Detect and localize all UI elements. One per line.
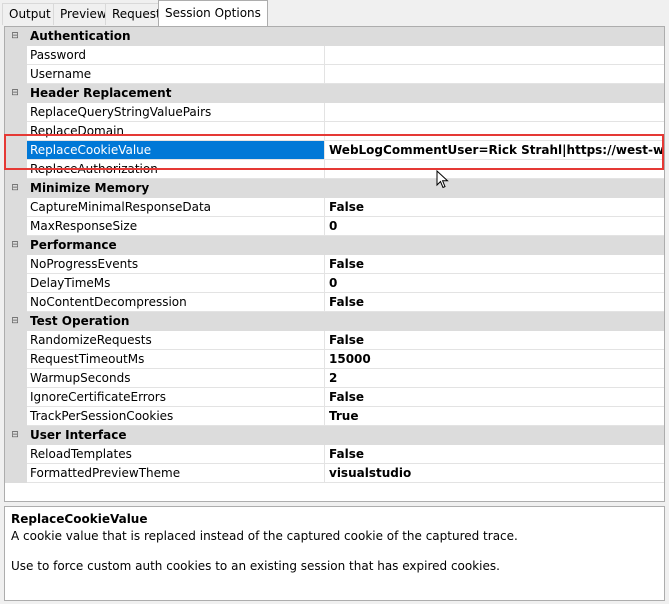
property-name[interactable]: WarmupSeconds bbox=[27, 369, 325, 388]
row-gutter bbox=[5, 331, 27, 350]
property-value[interactable]: False bbox=[325, 255, 664, 274]
property-value[interactable]: WebLogCommentUser=Rick Strahl|https://we… bbox=[325, 141, 664, 160]
property-name[interactable]: RequestTimeoutMs bbox=[27, 350, 325, 369]
collapse-icon[interactable]: ⊟ bbox=[10, 88, 20, 98]
category-row[interactable]: ⊟ Minimize Memory bbox=[5, 179, 664, 198]
property-row[interactable]: NoProgressEvents False bbox=[5, 255, 664, 274]
property-row[interactable]: CaptureMinimalResponseData False bbox=[5, 198, 664, 217]
property-row[interactable]: RequestTimeoutMs 15000 bbox=[5, 350, 664, 369]
property-value[interactable] bbox=[325, 46, 664, 65]
row-gutter bbox=[5, 198, 27, 217]
collapse-icon[interactable]: ⊟ bbox=[10, 316, 20, 326]
property-grid[interactable]: ⊟ Authentication Password Username ⊟ Header R… bbox=[4, 26, 665, 502]
property-row[interactable]: IgnoreCertificateErrors False bbox=[5, 388, 664, 407]
property-row[interactable]: NoContentDecompression False bbox=[5, 293, 664, 312]
row-gutter bbox=[5, 388, 27, 407]
tab-session-options[interactable]: Session Options bbox=[158, 0, 268, 26]
row-gutter bbox=[5, 407, 27, 426]
row-gutter bbox=[5, 255, 27, 274]
row-gutter bbox=[5, 274, 27, 293]
collapse-icon[interactable]: ⊟ bbox=[10, 240, 20, 250]
property-value[interactable]: True bbox=[325, 407, 664, 426]
row-gutter bbox=[5, 103, 27, 122]
mouse-pointer-icon bbox=[436, 170, 449, 189]
property-row[interactable]: WarmupSeconds 2 bbox=[5, 369, 664, 388]
property-name[interactable]: Password bbox=[27, 46, 325, 65]
category-row[interactable]: ⊟ Performance bbox=[5, 236, 664, 255]
property-name[interactable]: IgnoreCertificateErrors bbox=[27, 388, 325, 407]
category-row[interactable]: ⊟ Header Replacement bbox=[5, 84, 664, 103]
category-row[interactable]: ⊟ Test Operation bbox=[5, 312, 664, 331]
property-row[interactable]: DelayTimeMs 0 bbox=[5, 274, 664, 293]
property-value[interactable] bbox=[325, 122, 664, 141]
row-gutter bbox=[5, 122, 27, 141]
property-name[interactable]: MaxResponseSize bbox=[27, 217, 325, 236]
property-name[interactable]: ReplaceDomain bbox=[27, 122, 325, 141]
property-value[interactable]: False bbox=[325, 388, 664, 407]
property-value[interactable] bbox=[325, 103, 664, 122]
category-label: Authentication bbox=[30, 29, 131, 43]
property-value[interactable]: False bbox=[325, 293, 664, 312]
property-row[interactable]: ReplaceAuthorization bbox=[5, 160, 664, 179]
property-value[interactable]: False bbox=[325, 445, 664, 464]
property-row[interactable]: TrackPerSessionCookies True bbox=[5, 407, 664, 426]
tab-output[interactable]: Output bbox=[2, 3, 58, 25]
description-title: ReplaceCookieValue bbox=[11, 512, 148, 526]
property-name[interactable]: DelayTimeMs bbox=[27, 274, 325, 293]
property-row[interactable]: ReplaceQueryStringValuePairs bbox=[5, 103, 664, 122]
property-name[interactable]: TrackPerSessionCookies bbox=[27, 407, 325, 426]
category-row[interactable]: ⊟ User Interface bbox=[5, 426, 664, 445]
property-name[interactable]: ReplaceQueryStringValuePairs bbox=[27, 103, 325, 122]
property-value[interactable] bbox=[325, 65, 664, 84]
row-gutter bbox=[5, 350, 27, 369]
property-row[interactable]: Username bbox=[5, 65, 664, 84]
property-name[interactable]: FormattedPreviewTheme bbox=[27, 464, 325, 483]
tab-bar: Output Preview Request Session Options bbox=[0, 0, 669, 26]
property-value[interactable]: 0 bbox=[325, 274, 664, 293]
row-gutter bbox=[5, 293, 27, 312]
property-value[interactable]: False bbox=[325, 198, 664, 217]
property-name[interactable]: RandomizeRequests bbox=[27, 331, 325, 350]
property-name[interactable]: NoProgressEvents bbox=[27, 255, 325, 274]
property-value[interactable]: False bbox=[325, 331, 664, 350]
row-gutter bbox=[5, 369, 27, 388]
property-row[interactable]: MaxResponseSize 0 bbox=[5, 217, 664, 236]
property-row[interactable]: FormattedPreviewTheme visualstudio bbox=[5, 464, 664, 483]
row-gutter bbox=[5, 46, 27, 65]
property-row[interactable]: Password bbox=[5, 46, 664, 65]
property-row[interactable]: ReplaceCookieValue WebLogCommentUser=Rick… bbox=[5, 141, 664, 160]
row-gutter bbox=[5, 65, 27, 84]
collapse-icon[interactable]: ⊟ bbox=[10, 430, 20, 440]
category-label: Test Operation bbox=[30, 314, 130, 328]
category-row[interactable]: ⊟ Authentication bbox=[5, 27, 664, 46]
property-row[interactable]: ReloadTemplates False bbox=[5, 445, 664, 464]
property-value[interactable]: 15000 bbox=[325, 350, 664, 369]
description-text-2: Use to force custom auth cookies to an e… bbox=[11, 559, 500, 573]
description-panel: ReplaceCookieValue A cookie value that i… bbox=[4, 506, 665, 601]
property-name[interactable]: Username bbox=[27, 65, 325, 84]
property-name[interactable]: CaptureMinimalResponseData bbox=[27, 198, 325, 217]
property-value[interactable]: visualstudio bbox=[325, 464, 664, 483]
property-name[interactable]: NoContentDecompression bbox=[27, 293, 325, 312]
description-text: A cookie value that is replaced instead … bbox=[11, 529, 518, 543]
row-gutter bbox=[5, 217, 27, 236]
row-gutter bbox=[5, 445, 27, 464]
property-name[interactable]: ReplaceAuthorization bbox=[27, 160, 325, 179]
property-name[interactable]: ReloadTemplates bbox=[27, 445, 325, 464]
property-row[interactable]: ReplaceDomain bbox=[5, 122, 664, 141]
property-row[interactable]: RandomizeRequests False bbox=[5, 331, 664, 350]
row-gutter bbox=[5, 160, 27, 179]
property-value[interactable] bbox=[325, 160, 664, 179]
category-label: User Interface bbox=[30, 428, 127, 442]
row-gutter bbox=[5, 464, 27, 483]
collapse-icon[interactable]: ⊟ bbox=[10, 31, 20, 41]
collapse-icon[interactable]: ⊟ bbox=[10, 183, 20, 193]
property-name[interactable]: ReplaceCookieValue bbox=[27, 141, 325, 160]
property-value[interactable]: 0 bbox=[325, 217, 664, 236]
row-gutter bbox=[5, 141, 27, 160]
category-label: Performance bbox=[30, 238, 117, 252]
category-label: Minimize Memory bbox=[30, 181, 150, 195]
category-label: Header Replacement bbox=[30, 86, 172, 100]
property-value[interactable]: 2 bbox=[325, 369, 664, 388]
